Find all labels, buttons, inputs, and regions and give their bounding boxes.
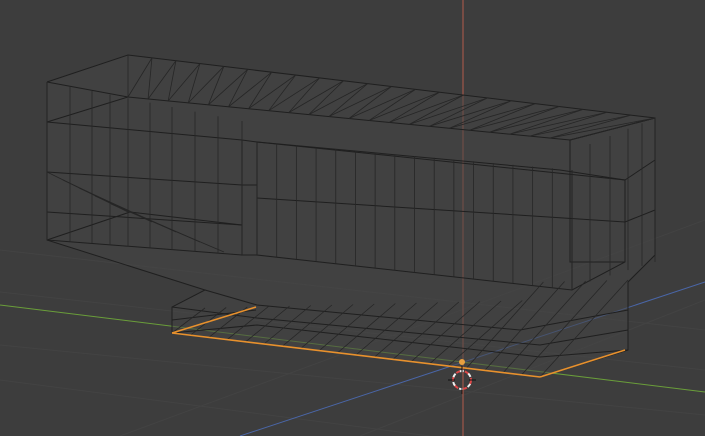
viewport-scene xyxy=(0,0,705,436)
mesh-object[interactable] xyxy=(46,54,656,378)
object-origin-icon[interactable] xyxy=(459,359,465,365)
3d-viewport[interactable] xyxy=(0,0,705,436)
